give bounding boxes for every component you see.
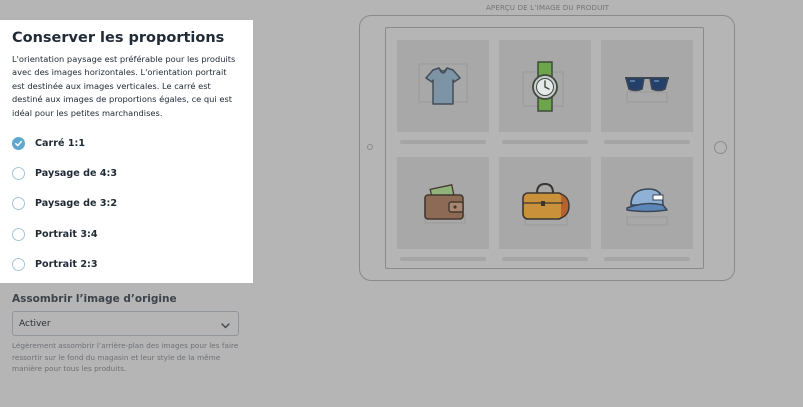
aspect-ratio-description: L'orientation paysage est préférable pou… [12, 54, 236, 118]
cap-icon [626, 188, 668, 226]
product-tile [601, 40, 693, 132]
placeholder-bar [502, 140, 588, 144]
sunglasses-icon [625, 77, 669, 103]
option-portrait-2-3[interactable]: Portrait 2:3 [12, 249, 241, 279]
darken-title: Assombrir l’image d’origine [12, 293, 177, 305]
aspect-ratio-title: Conserver les proportions [12, 30, 225, 46]
darken-help-text: Légèrement assombrir l’arrière-plan des … [12, 341, 239, 374]
product-tile [397, 157, 489, 249]
radio-icon[interactable] [12, 257, 25, 271]
chevron-down-icon [221, 314, 230, 333]
preview-title: APERÇU DE L’IMAGE DU PRODUIT [485, 3, 610, 12]
placeholder-bar [604, 140, 690, 144]
option-label: Paysage de 3:2 [35, 198, 118, 210]
home-button-icon [714, 141, 727, 154]
option-landscape-3-2[interactable]: Paysage de 3:2 [12, 189, 241, 219]
product-tile [499, 157, 591, 249]
option-label: Paysage de 4:3 [35, 167, 118, 179]
t-shirt-icon [418, 63, 468, 105]
placeholder-bar [502, 257, 588, 261]
product-tile [601, 157, 693, 249]
aspect-ratio-panel: Conserver les proportions L'orientation … [0, 20, 253, 283]
option-portrait-3-4[interactable]: Portrait 3:4 [12, 219, 241, 249]
wallet-icon [424, 184, 466, 224]
option-square[interactable]: Carré 1:1 [12, 128, 241, 158]
placeholder-bar [400, 140, 486, 144]
darken-section: Assombrir l’image d’origine Activer Légè… [12, 293, 240, 375]
darken-select[interactable]: Activer [12, 311, 239, 336]
bag-icon [522, 182, 570, 226]
option-label: Portrait 2:3 [35, 258, 98, 270]
product-tile [499, 40, 591, 132]
radio-icon[interactable] [12, 227, 25, 241]
tablet-frame [359, 15, 735, 281]
option-landscape-4-3[interactable]: Paysage de 4:3 [12, 158, 241, 188]
product-tile [397, 40, 489, 132]
option-label: Portrait 3:4 [35, 228, 98, 240]
radio-checked-icon[interactable] [12, 136, 25, 150]
watch-icon [522, 61, 564, 112]
camera-icon [367, 144, 373, 150]
radio-icon[interactable] [12, 197, 25, 211]
placeholder-bar [604, 257, 690, 261]
placeholder-bar [400, 257, 486, 261]
radio-icon[interactable] [12, 166, 25, 180]
tablet-screen [385, 27, 704, 269]
option-label: Carré 1:1 [35, 137, 86, 149]
darken-select-value: Activer [19, 318, 51, 329]
